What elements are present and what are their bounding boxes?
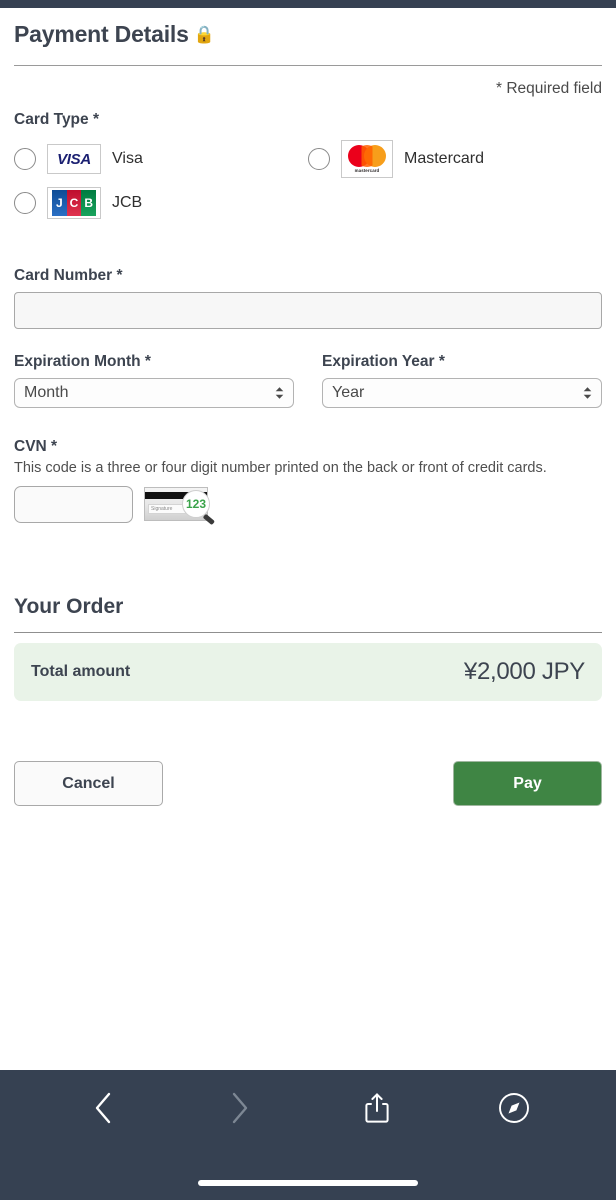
expiration-month-value: Month	[14, 378, 294, 408]
jcb-bar-b: B	[81, 190, 97, 216]
visa-logo-icon: VISA	[47, 144, 101, 174]
mastercard-logo-icon: mastercard	[341, 140, 393, 178]
expiration-month-group: Expiration Month * Month	[14, 329, 294, 408]
total-amount-label: Total amount	[31, 663, 131, 680]
chevron-updown-icon	[582, 386, 593, 400]
visa-logo-text: VISA	[57, 150, 91, 168]
radio-mastercard[interactable]	[308, 148, 330, 170]
card-type-options: VISA Visa mastercard Mastercard J C B JC…	[14, 137, 602, 225]
required-field-note: * Required field	[496, 80, 602, 97]
chevron-right-icon	[232, 1092, 247, 1124]
card-type-option-mastercard[interactable]: mastercard Mastercard	[308, 137, 602, 181]
radio-jcb[interactable]	[14, 192, 36, 214]
jcb-bars: J C B	[52, 190, 97, 216]
safari-button[interactable]	[445, 1091, 582, 1125]
jcb-bar-c: C	[66, 190, 82, 216]
order-section-title: Your Order	[14, 595, 124, 618]
card-number-input[interactable]	[14, 292, 602, 329]
cvn-label: CVN *	[14, 438, 58, 455]
page-title-text: Payment Details	[14, 21, 189, 47]
action-buttons: Cancel Pay	[14, 761, 602, 806]
share-button[interactable]	[308, 1091, 445, 1125]
expiration-month-select[interactable]: Month	[14, 378, 294, 408]
cancel-button[interactable]: Cancel	[14, 761, 163, 806]
expiration-month-label: Expiration Month *	[14, 353, 151, 370]
card-type-label-jcb: JCB	[112, 194, 143, 211]
toolbar-icons	[0, 1070, 616, 1146]
chevron-left-icon	[95, 1092, 110, 1124]
browser-toolbar	[0, 1070, 616, 1200]
order-divider	[14, 632, 602, 633]
share-icon	[364, 1093, 389, 1123]
total-amount-panel: Total amount ¥2,000 JPY	[14, 643, 602, 701]
mastercard-wordmark: mastercard	[354, 168, 380, 173]
jcb-bar-j: J	[52, 190, 67, 216]
card-type-label-mastercard: Mastercard	[404, 150, 485, 167]
card-number-label: Card Number *	[14, 267, 123, 284]
total-amount-value: ¥2,000 JPY	[463, 658, 585, 685]
expiration-year-select[interactable]: Year	[322, 378, 602, 408]
expiration-year-value: Year	[322, 378, 602, 408]
mastercard-circles	[348, 145, 386, 167]
payment-page: Payment Details 🔒 * Required field Card …	[0, 0, 616, 1200]
cvn-input[interactable]	[14, 485, 133, 523]
radio-visa[interactable]	[14, 148, 36, 170]
cvn-row: Signature 123	[14, 485, 602, 525]
pay-button[interactable]: Pay	[453, 761, 602, 806]
expiration-year-group: Expiration Year * Year	[322, 329, 602, 408]
page-title: Payment Details 🔒	[14, 8, 602, 48]
card-type-label: Card Type *	[14, 111, 99, 128]
expiration-year-label: Expiration Year *	[322, 353, 445, 370]
magnifier-icon: 123	[182, 490, 210, 518]
forward-button[interactable]	[171, 1091, 308, 1125]
header-divider	[14, 65, 602, 66]
jcb-logo-icon: J C B	[47, 187, 101, 219]
card-type-option-visa[interactable]: VISA Visa	[14, 137, 308, 181]
status-bar	[0, 0, 616, 8]
compass-icon	[498, 1093, 529, 1123]
cvn-hint-text: This code is a three or four digit numbe…	[14, 460, 547, 476]
expiration-row: Expiration Month * Month Expiration Year…	[14, 329, 602, 408]
card-type-option-jcb[interactable]: J C B JCB	[14, 181, 308, 225]
home-indicator	[198, 1180, 418, 1186]
cvn-location-icon: Signature 123	[144, 485, 216, 525]
card-type-label-visa: Visa	[112, 150, 143, 167]
back-button[interactable]	[34, 1091, 171, 1125]
chevron-updown-icon	[274, 386, 285, 400]
lock-icon: 🔒	[193, 25, 215, 44]
payment-form: Payment Details 🔒 * Required field Card …	[0, 8, 616, 806]
